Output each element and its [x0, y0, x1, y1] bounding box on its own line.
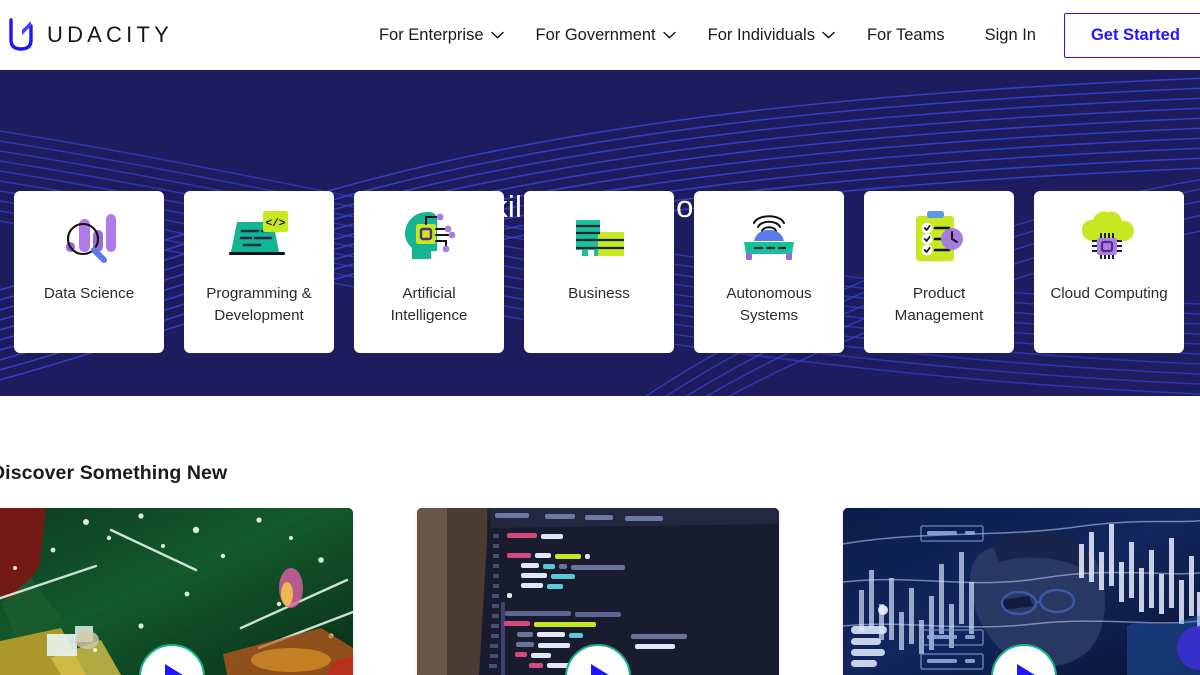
- category-card-artificial-intelligence[interactable]: Artificial Intelligence: [354, 191, 504, 353]
- category-card-product-management[interactable]: Product Management: [864, 191, 1014, 353]
- car-signal-icon: [694, 191, 844, 283]
- video-card-row: [0, 508, 1200, 675]
- get-started-button[interactable]: Get Started: [1063, 12, 1200, 58]
- nav-item-for-teams[interactable]: For Teams: [851, 26, 961, 45]
- category-label: Autonomous Systems: [726, 285, 812, 324]
- laptop-code-icon: </>: [184, 191, 334, 283]
- svg-text:</>: </>: [266, 218, 286, 230]
- udacity-u-logo-icon: [8, 18, 34, 52]
- sign-in-link[interactable]: Sign In: [961, 26, 1058, 45]
- clipboard-clock-icon: [864, 191, 1014, 283]
- chevron-down-icon: [662, 31, 676, 39]
- nav-label: For Enterprise: [378, 25, 484, 44]
- nav-item-for-enterprise[interactable]: For Enterprise: [363, 26, 520, 45]
- video-card-data-analyst[interactable]: [843, 508, 1200, 675]
- category-card-row: Data Science </> Programming & Developme…: [14, 191, 1184, 353]
- nav-label: For Individuals: [707, 25, 815, 44]
- category-card-programming-development[interactable]: </> Programming & Development: [184, 191, 334, 353]
- category-label: Data Science: [43, 285, 135, 302]
- nav-links: For Enterprise For Government For Indivi…: [363, 12, 1200, 58]
- nav-label: For Teams: [866, 25, 945, 44]
- cloud-chip-icon: [1034, 191, 1184, 283]
- udacity-logo-link[interactable]: UDACITY: [8, 18, 173, 52]
- buildings-icon: [524, 191, 674, 283]
- discover-section: Discover Something New: [0, 396, 1200, 675]
- category-card-cloud-computing[interactable]: Cloud Computing: [1034, 191, 1184, 353]
- play-icon: [590, 664, 612, 675]
- brand-wordmark: UDACITY: [47, 22, 173, 47]
- category-label: Product Management: [894, 285, 984, 324]
- chevron-down-icon: [822, 31, 835, 39]
- play-icon: [164, 664, 186, 675]
- video-card-code-editor[interactable]: [417, 508, 779, 675]
- bar-chart-magnifier-icon: [14, 191, 164, 283]
- category-label: Business: [568, 285, 630, 302]
- video-card-abstract-colorful[interactable]: [0, 508, 353, 675]
- nav-label: For Government: [535, 25, 656, 44]
- category-card-business[interactable]: Business: [524, 191, 674, 353]
- nav-item-for-individuals[interactable]: For Individuals: [692, 26, 851, 45]
- head-circuit-chip-icon: [354, 191, 504, 283]
- hero-section: Skill up, stand out. Data Science: [0, 70, 1200, 396]
- play-icon: [1016, 664, 1038, 675]
- nav-item-for-government[interactable]: For Government: [520, 26, 692, 45]
- top-navigation-bar: UDACITY For Enterprise For Government Fo…: [0, 0, 1200, 70]
- category-card-data-science[interactable]: Data Science: [14, 191, 164, 353]
- category-label: Programming & Development: [206, 285, 312, 324]
- category-card-autonomous-systems[interactable]: Autonomous Systems: [694, 191, 844, 353]
- category-label: Artificial Intelligence: [390, 285, 468, 324]
- discover-section-title: Discover Something New: [0, 462, 228, 484]
- chevron-down-icon: [490, 31, 504, 39]
- category-label: Cloud Computing: [1050, 285, 1168, 302]
